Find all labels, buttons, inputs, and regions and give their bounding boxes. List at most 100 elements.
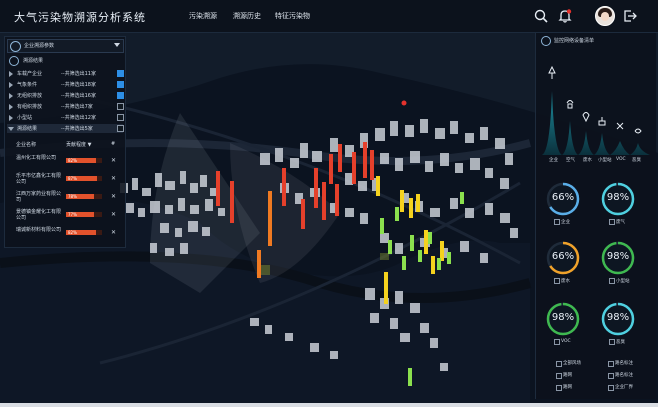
pollution-pillar[interactable] — [363, 142, 367, 178]
enterprise-row[interactable]: 景德镇金耀化工有限公司 77% ✕ — [7, 209, 123, 225]
expand-arrow-icon[interactable] — [9, 71, 13, 77]
bell-icon[interactable] — [557, 8, 573, 24]
pollution-pillar[interactable] — [384, 272, 388, 304]
col-action: # — [111, 141, 116, 147]
source-checkbox[interactable] — [117, 125, 124, 132]
device-icon — [541, 36, 551, 46]
source-row-selected[interactable]: 溯源结果 --共筛选出5家 — [7, 124, 124, 133]
device-list-title: 监控网络设备清单 — [554, 38, 595, 44]
pollution-pillar[interactable] — [335, 184, 339, 216]
pollution-pillar[interactable] — [338, 144, 342, 172]
nav-pollution-tracing[interactable]: 污染溯源 — [189, 11, 217, 21]
pollution-pillar[interactable] — [322, 182, 326, 220]
pollution-pillar[interactable] — [418, 250, 422, 262]
source-row[interactable]: 气象条件 --共筛选出18家 — [7, 80, 124, 89]
pollution-pillar[interactable] — [409, 198, 413, 218]
expand-arrow-icon[interactable] — [9, 104, 13, 110]
source-row[interactable]: 有组织排放 --共筛选出7家 — [7, 102, 124, 111]
close-icon[interactable]: ✕ — [111, 157, 116, 164]
settings-icon — [10, 41, 21, 52]
pollution-pillar[interactable] — [314, 168, 318, 208]
param-dropdown[interactable]: 企业溯源参数 — [7, 39, 124, 53]
source-checkbox[interactable] — [117, 114, 124, 121]
layer-option-road-name[interactable]: 路名标注 — [608, 360, 648, 367]
contribution-pct: 78% — [68, 194, 77, 199]
pollution-pillar[interactable] — [428, 232, 432, 244]
close-icon[interactable]: ✕ — [111, 175, 116, 182]
layer-option-road-name[interactable]: 路名标注 — [608, 372, 648, 379]
pollution-pillar[interactable] — [282, 168, 286, 206]
pollution-pillar[interactable] — [268, 191, 272, 246]
avatar[interactable] — [595, 6, 615, 26]
expand-arrow-icon[interactable] — [9, 93, 13, 99]
gauge-checkbox[interactable]: 废气 — [609, 218, 639, 226]
pollution-pillar[interactable] — [376, 176, 380, 196]
source-row[interactable]: 无组织排放 --共筛选出16家 — [7, 91, 124, 100]
logout-icon[interactable] — [622, 8, 638, 24]
enterprise-row[interactable]: 温州化工有限公司 82% ✕ — [7, 155, 123, 171]
pollution-pillar[interactable] — [230, 181, 234, 223]
gauge-voc: 98% — [545, 301, 581, 337]
window-bottom-edge — [0, 403, 658, 407]
expand-arrow-icon[interactable] — [9, 115, 13, 121]
layer-option-wind[interactable]: 全部风场 — [556, 360, 596, 367]
col-contribution[interactable]: 贡献程度 ▼ — [66, 141, 91, 148]
close-icon[interactable]: ✕ — [111, 211, 116, 218]
pollution-pillar[interactable] — [447, 252, 451, 264]
source-checkbox[interactable] — [117, 70, 124, 77]
pollution-pillar[interactable] — [431, 256, 435, 274]
pollution-pillar[interactable] — [400, 190, 404, 212]
gauge-checkbox[interactable]: 企业 — [554, 218, 584, 226]
nav-tracing-history[interactable]: 溯源历史 — [233, 11, 261, 21]
gauge-checkbox[interactable]: VOC — [554, 338, 584, 346]
enterprise-row[interactable]: 江西万家药业有限公司 78% ✕ — [7, 191, 123, 207]
results-section-title: 溯源结果 — [7, 56, 122, 66]
pollution-pillar[interactable] — [424, 230, 428, 254]
pollution-pillar[interactable] — [402, 256, 406, 270]
enterprise-name: 乐平市亿鑫化工有限公司 — [16, 173, 62, 185]
peak-label: 小型站 — [598, 158, 612, 163]
pollution-pillar[interactable] — [352, 152, 356, 184]
close-icon[interactable]: ✕ — [111, 229, 116, 236]
gauge-label: 小型站 — [616, 279, 630, 284]
source-count: --共筛选出16家 — [61, 93, 96, 99]
pollution-pillar[interactable] — [388, 240, 392, 254]
pollution-pillar[interactable] — [380, 218, 384, 234]
source-row[interactable]: 小型站 --共筛选出12家 — [7, 113, 124, 122]
search-icon[interactable] — [533, 8, 549, 24]
source-name: 气象条件 — [17, 82, 38, 88]
layer-option-road[interactable]: 路网 — [556, 384, 596, 391]
peak-label: 废水 — [583, 158, 592, 163]
source-checkbox[interactable] — [117, 92, 124, 99]
source-checkbox[interactable] — [117, 81, 124, 88]
pollution-pillar[interactable] — [301, 199, 305, 229]
gauge-checkbox[interactable]: 小型站 — [609, 277, 639, 285]
pollution-pillar[interactable] — [329, 154, 333, 184]
nav-characteristic-pollutants[interactable]: 特征污染物 — [275, 11, 310, 21]
expand-arrow-icon[interactable] — [8, 127, 14, 131]
enterprise-name: 景德镇金耀化工有限公司 — [16, 209, 62, 221]
enterprise-row[interactable]: 乐平市亿鑫化工有限公司 87% ✕ — [7, 173, 123, 189]
expand-arrow-icon[interactable] — [9, 82, 13, 88]
gauge-checkbox[interactable]: 废水 — [554, 277, 584, 285]
source-name: 无组织排放 — [17, 93, 43, 99]
pollution-pillar[interactable] — [408, 368, 412, 386]
layer-option-label: 企业厂界 — [615, 385, 633, 390]
pollution-pillar[interactable] — [395, 207, 399, 221]
enterprise-row[interactable]: 瑞诚新材料有限公司 82% ✕ — [7, 227, 123, 243]
source-count: --共筛选出18家 — [61, 82, 96, 88]
pollution-pillar[interactable] — [257, 250, 261, 278]
close-icon[interactable]: ✕ — [111, 193, 116, 200]
pollution-pillar[interactable] — [370, 150, 374, 180]
source-checkbox[interactable] — [117, 103, 124, 110]
source-row[interactable]: 车载产企业 --共筛选出11家 — [7, 69, 124, 78]
gauge-checkbox[interactable]: 恶臭 — [609, 338, 639, 346]
pollution-pillar[interactable] — [216, 171, 220, 206]
contribution-pct: 82% — [68, 158, 77, 163]
pollution-pillar[interactable] — [416, 194, 420, 212]
layer-option-enterprise-boundary[interactable]: 企业厂界 — [608, 384, 648, 391]
pollution-pillar[interactable] — [410, 235, 414, 251]
pollution-pillar[interactable] — [437, 258, 441, 270]
layer-option-road[interactable]: 路网 — [556, 372, 596, 379]
pollution-pillar[interactable] — [460, 192, 464, 204]
